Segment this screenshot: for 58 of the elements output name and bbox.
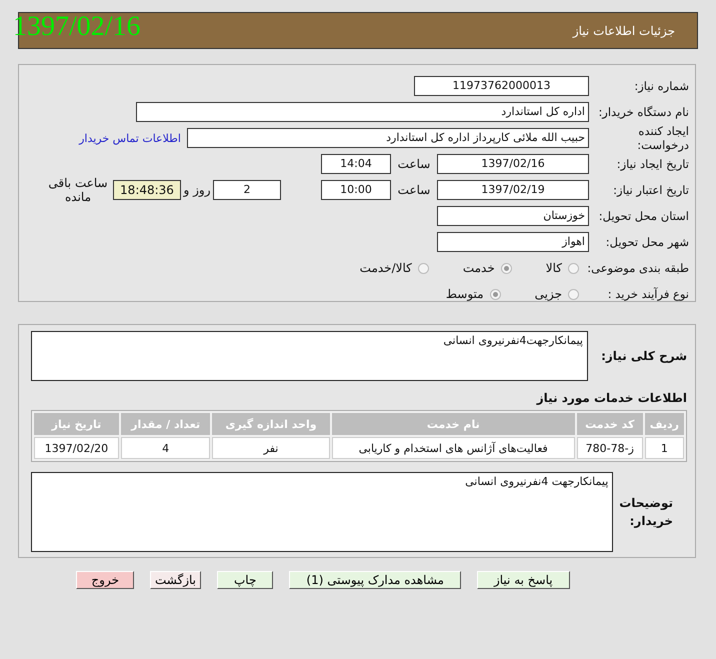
action-button[interactable]: خروج [76,571,134,589]
input-field[interactable]: 1397/02/19 [437,180,589,200]
field-label: ساعت [396,183,432,197]
field-label: ساعت باقی مانده [47,176,109,204]
input-field[interactable]: 11973762000013 [414,76,589,96]
field-label: تاریخ اعتبار نیاز: [612,183,690,197]
radio-label: کالا/خدمت [360,261,412,275]
field-label: شهر محل تحویل: [604,235,690,249]
input-field[interactable]: خوزستان [437,206,589,226]
column-header: واحد اندازه گیری [212,413,330,435]
action-button[interactable]: چاپ [217,571,274,589]
column-header: کد خدمت [576,413,643,435]
input-field[interactable]: اداره کل استاندارد [136,102,589,122]
action-button[interactable]: مشاهده مدارک پیوستی (1) [289,571,461,589]
contact-link[interactable]: اطلاعات تماس خریدار [79,132,181,144]
column-header: تعداد / مقدار [120,413,210,435]
radio-button[interactable] [490,288,501,300]
radio-button[interactable] [568,262,579,274]
field-label: نوع فرآیند خرید : [606,287,690,301]
input-field[interactable]: 10:00 [321,180,391,200]
radio-label: جزیی [534,287,562,301]
input-field[interactable]: حبیب الله ملائی کارپرداز اداره کل استاندارد [187,128,589,148]
field-label: استان محل تحویل: [598,209,690,223]
field-label: شماره نیاز: [633,79,690,93]
field-label: نام دستگاه خریدار: [597,105,690,119]
action-button[interactable]: پاسخ به نیاز [476,571,570,589]
radio-button[interactable] [500,262,512,274]
field-label: ساعت [396,157,432,171]
field-label: شرح کلی نیاز: [600,349,687,363]
input-field[interactable]: 1397/02/16 [437,154,589,174]
table-cell: نفر [212,437,330,459]
table-cell: 1397/02/20 [34,437,119,459]
column-header: تاریخ نیاز [34,413,119,435]
field-label: طبقه بندی موضوعی: [589,261,690,275]
table-cell: ز-78-780 [576,437,643,459]
page-title: جزئیات اطلاعات نیاز [572,24,675,38]
input-field[interactable]: 2 [213,180,281,200]
action-button[interactable]: بازگشت [150,571,201,589]
radio-button[interactable] [568,288,579,300]
countdown-field: 18:48:36 [113,180,181,200]
description-field[interactable]: پیمانکارجهت4نفرنیروی انسانی [31,331,588,381]
field-label: روز و [182,183,212,197]
input-field[interactable]: اهواز [437,232,589,252]
field-label: تاریخ ایجاد نیاز: [616,157,690,171]
radio-label: خدمت [462,261,495,275]
table-cell: 1 [644,437,684,459]
input-field[interactable]: 14:04 [321,154,391,174]
notes-field[interactable]: پیمانکارجهت 4نفرنیروی انسانی [31,472,614,552]
radio-button[interactable] [418,262,429,274]
field-label: توضیحات خریدار: [619,495,674,530]
table-cell: 4 [120,437,210,459]
column-header: نام خدمت [332,413,575,435]
field-label: ایجاد کننده درخواست: [636,124,690,152]
column-header: ردیف [644,413,684,435]
radio-label: متوسط [446,287,484,301]
radio-label: کالا [546,261,562,275]
section-title: اطلاعات خدمات مورد نیاز [535,391,687,405]
table-cell: فعالیت‌های آژانس های استخدام و کاریابی [332,437,575,459]
